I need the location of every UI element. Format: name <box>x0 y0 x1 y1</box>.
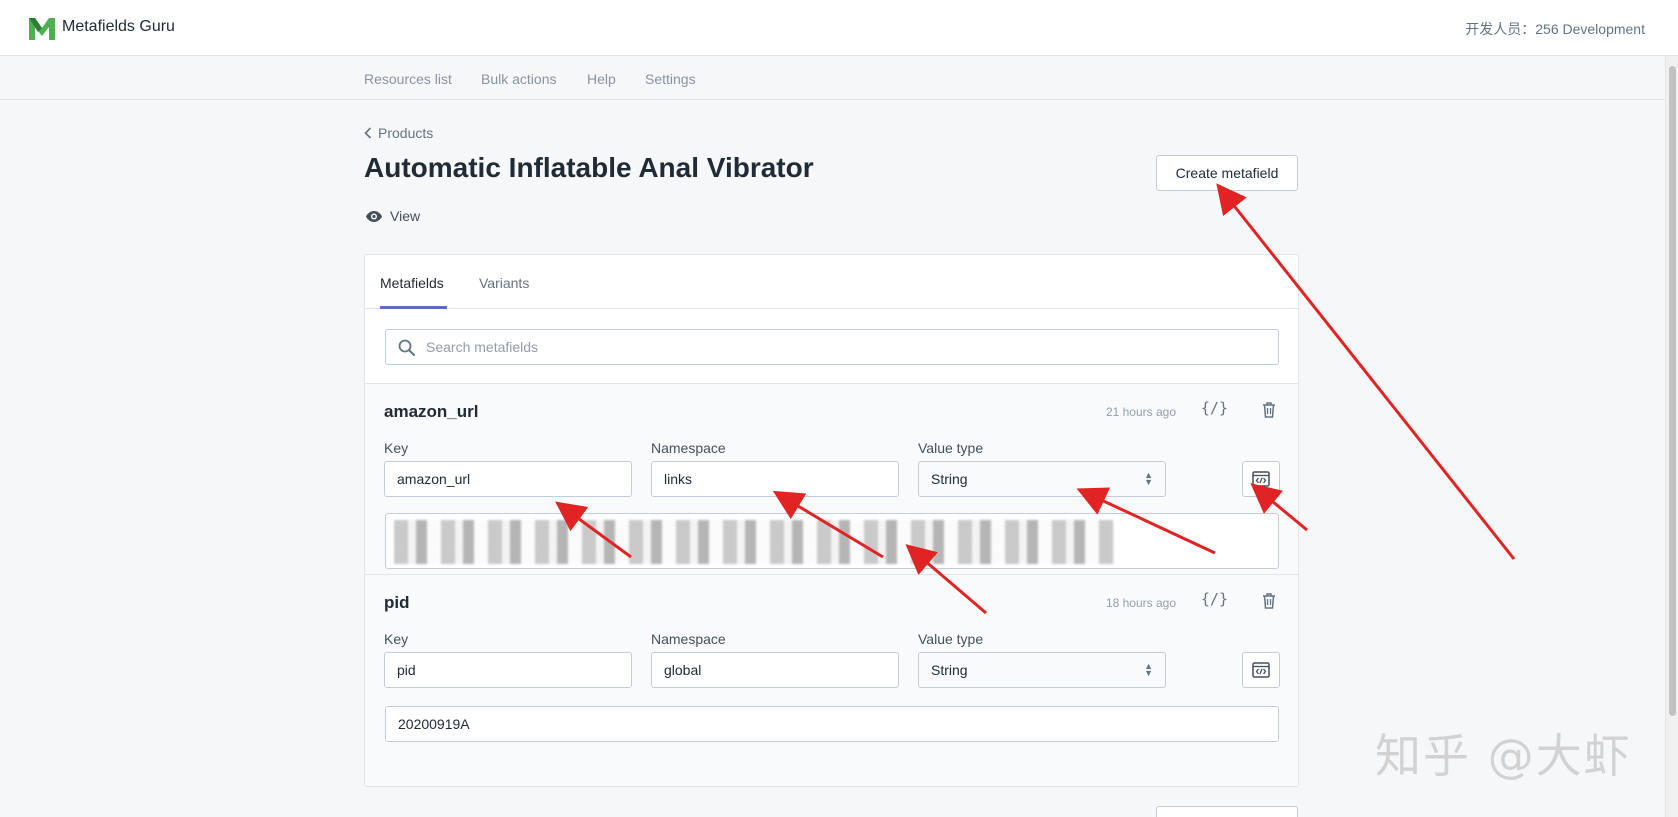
code-editor-icon <box>1252 662 1270 678</box>
tabs: Metafields Variants <box>365 255 1298 309</box>
key-label: Key <box>384 631 409 647</box>
breadcrumb[interactable]: Products <box>364 125 433 141</box>
create-metafield-button[interactable]: Create metafield <box>1156 155 1298 191</box>
namespace-value: global <box>664 662 702 678</box>
eye-icon <box>366 210 382 222</box>
main-nav: Resources list Bulk actions Help Setting… <box>0 56 1665 100</box>
page-scrollbar[interactable] <box>1665 56 1678 817</box>
key-field[interactable]: amazon_url <box>384 461 632 497</box>
metafield-updated: 18 hours ago <box>1105 596 1176 610</box>
scrollbar-thumb[interactable] <box>1669 66 1676 716</box>
view-label: View <box>390 208 421 224</box>
value-type-label: Value type <box>918 440 984 456</box>
top-bar: Metafields Guru 开发人员：256 Development <box>0 0 1678 56</box>
tab-variants[interactable]: Variants <box>479 275 529 291</box>
value-text: 20200919A <box>398 716 470 732</box>
namespace-field[interactable]: links <box>651 461 899 497</box>
key-value: pid <box>397 662 416 678</box>
active-tab-indicator <box>380 306 447 309</box>
value-type-value: String <box>931 662 968 678</box>
code-editor-icon <box>1252 471 1270 487</box>
key-value: amazon_url <box>397 471 471 487</box>
metafield-updated: 21 hours ago <box>1105 405 1176 419</box>
metafield-name: amazon_url <box>384 402 479 421</box>
select-arrows-icon: ▲ ▼ <box>1144 661 1153 678</box>
metafield-row: pid 18 hours ago {/} Key Namespace Value… <box>365 574 1298 786</box>
create-metafield-button-bottom[interactable] <box>1156 806 1298 817</box>
select-arrows-icon: ▲ ▼ <box>1144 470 1153 487</box>
metafield-name: pid <box>384 593 410 612</box>
value-textarea[interactable] <box>385 513 1279 569</box>
page-title: Automatic Inflatable Anal Vibrator <box>364 152 814 183</box>
app-name: Metafields Guru <box>62 18 175 35</box>
namespace-label: Namespace <box>651 440 726 456</box>
edit-value-button[interactable] <box>1242 461 1280 497</box>
search-box[interactable] <box>385 329 1279 365</box>
nav-resources-list[interactable]: Resources list <box>364 71 452 87</box>
namespace-label: Namespace <box>651 631 726 647</box>
chevron-left-icon <box>364 127 372 139</box>
edit-value-button[interactable] <box>1242 652 1280 688</box>
trash-icon[interactable] <box>1262 593 1276 609</box>
trash-icon[interactable] <box>1262 402 1276 418</box>
view-link[interactable]: View <box>366 208 420 224</box>
developer-info: 开发人员：256 Development <box>1465 21 1645 37</box>
value-type-select[interactable]: String ▲ ▼ <box>918 652 1166 688</box>
nav-help[interactable]: Help <box>587 71 616 87</box>
nav-bulk-actions[interactable]: Bulk actions <box>481 71 556 87</box>
watermark: 知乎 @大虾 <box>1375 729 1632 783</box>
redacted-url-value <box>394 520 1114 564</box>
key-field[interactable]: pid <box>384 652 632 688</box>
namespace-field[interactable]: global <box>651 652 899 688</box>
namespace-value: links <box>664 471 693 487</box>
value-input[interactable]: 20200919A <box>385 706 1279 742</box>
tab-metafields[interactable]: Metafields <box>380 275 444 291</box>
metafields-card: Metafields Variants amazon_url 21 hours … <box>364 254 1299 787</box>
code-view-icon[interactable]: {/} <box>1201 590 1228 608</box>
value-type-value: String <box>931 471 968 487</box>
value-type-label: Value type <box>918 631 984 647</box>
app-logo-icon <box>29 18 55 40</box>
key-label: Key <box>384 440 409 456</box>
value-type-select[interactable]: String ▲ ▼ <box>918 461 1166 497</box>
breadcrumb-products[interactable]: Products <box>378 125 433 141</box>
nav-settings[interactable]: Settings <box>645 71 696 87</box>
metafield-row: amazon_url 21 hours ago {/} Key Namespac… <box>365 383 1298 596</box>
search-input[interactable] <box>426 330 1266 364</box>
code-view-icon[interactable]: {/} <box>1201 399 1228 417</box>
search-icon <box>398 339 415 356</box>
